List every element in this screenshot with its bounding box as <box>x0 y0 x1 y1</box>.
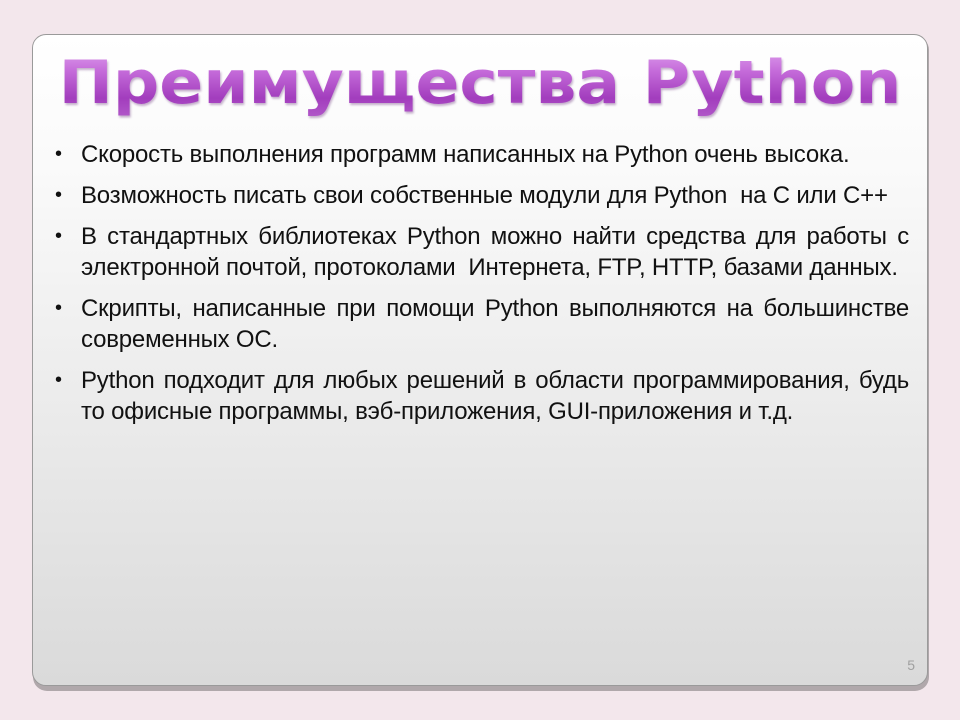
bullet-text: В стандартных библиотеках Python можно н… <box>81 223 916 281</box>
bullet-item: • Возможность писать свои собственные мо… <box>51 180 909 211</box>
bullet-text: Скрипты, написанные при помощи Python вы… <box>81 295 909 353</box>
bullet-icon: • <box>55 143 62 165</box>
bullet-icon: • <box>55 225 62 247</box>
bullet-item: • Скорость выполнения программ написанны… <box>51 139 909 170</box>
bullet-text: Python подходит для любых решений в обла… <box>81 367 909 425</box>
slide-title: Преимущества Python <box>33 45 927 121</box>
bullet-icon: • <box>55 297 62 319</box>
slide: Преимущества Python • Скорость выполнени… <box>32 34 928 686</box>
bullet-item: • Python подходит для любых решений в об… <box>51 365 909 427</box>
slide-number: 5 <box>907 657 915 673</box>
bullet-icon: • <box>55 184 62 206</box>
bullet-text: Скорость выполнения программ написанных … <box>81 141 850 168</box>
bullet-item: • В стандартных библиотеках Python можно… <box>51 221 909 283</box>
bullet-item: • Скрипты, написанные при помощи Python … <box>51 293 909 355</box>
bullet-icon: • <box>55 369 62 391</box>
bullet-text: Возможность писать свои собственные моду… <box>81 182 888 209</box>
bullet-list: • Скорость выполнения программ написанны… <box>51 139 909 437</box>
